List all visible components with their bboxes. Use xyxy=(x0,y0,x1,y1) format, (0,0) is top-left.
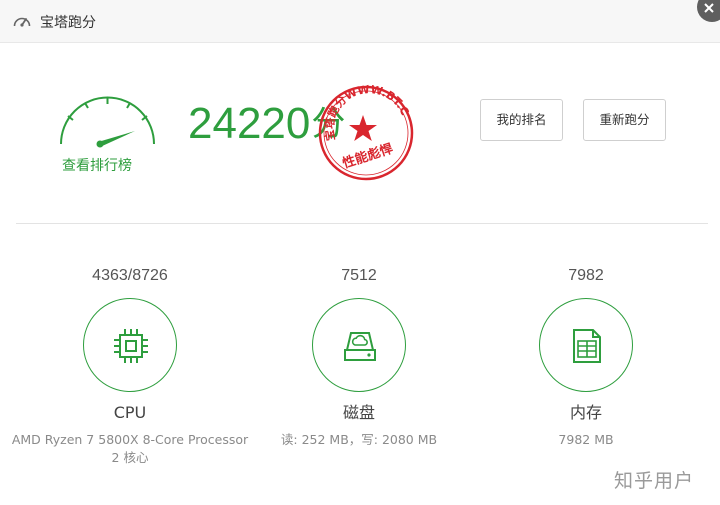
score-value: 24220 xyxy=(188,99,311,148)
close-button[interactable] xyxy=(697,0,720,22)
view-leaderboard-link[interactable]: 查看排行榜 xyxy=(62,155,132,175)
cpu-description: AMD Ryzen 7 5800X 8-Core Processor 2 核心 xyxy=(0,431,260,467)
disk-score: 7512 xyxy=(341,267,377,284)
disk-read-write: 读: 252 MB，写: 2080 MB xyxy=(280,432,438,447)
disk-icon-circle xyxy=(312,298,406,392)
memory-label: 内存 xyxy=(569,403,602,422)
speedometer-icon xyxy=(13,17,31,27)
memory-icon-circle xyxy=(539,298,633,392)
disk-result: 7512 磁盘 读: 252 MB，写: 2080 MB xyxy=(229,264,489,449)
disk-icon xyxy=(344,332,376,361)
bt-seal-stamp: 宝塔跑分WWW.BT.CN 性能彪悍 xyxy=(313,80,414,181)
stamp-bottom-text: 性能彪悍 xyxy=(341,141,395,172)
window-title: 宝塔跑分 xyxy=(40,15,96,31)
zhihu-watermark: 知乎用户 xyxy=(614,470,695,492)
memory-score: 7982 xyxy=(568,267,604,284)
section-divider xyxy=(16,223,708,224)
cpu-icon xyxy=(114,329,148,363)
retest-button[interactable]: 重新跑分 xyxy=(583,99,666,141)
my-rank-button[interactable]: 我的排名 xyxy=(480,99,563,141)
cpu-label: CPU xyxy=(113,403,147,422)
window-titlebar: 宝塔跑分 xyxy=(0,0,720,43)
memory-result: 7982 内存 7982 MB xyxy=(456,264,716,449)
memory-description: 7982 MB xyxy=(456,431,716,449)
close-icon xyxy=(704,3,714,13)
memory-icon xyxy=(573,329,601,363)
disk-description: 读: 252 MB，写: 2080 MB xyxy=(229,431,489,449)
score-gauge-icon xyxy=(60,96,155,148)
memory-size: 7982 MB xyxy=(558,432,614,447)
disk-label: 磁盘 xyxy=(342,403,375,422)
cpu-icon-circle xyxy=(83,298,177,392)
cpu-model: AMD Ryzen 7 5800X 8-Core Processor xyxy=(11,432,249,447)
star-icon xyxy=(349,115,377,141)
cpu-cores: 2 核心 xyxy=(111,450,149,465)
cpu-result: 4363/8726 CPU AMD Ryzen 7 5800X 8-Core P… xyxy=(0,264,260,467)
cpu-score: 4363/8726 xyxy=(92,267,168,284)
